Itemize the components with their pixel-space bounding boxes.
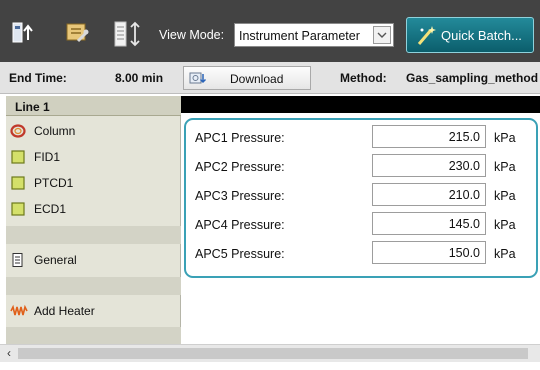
apc5-row: APC5 Pressure: kPa (186, 241, 536, 265)
apc5-label: APC5 Pressure: (195, 247, 285, 261)
sidebar-item-column[interactable]: Column (6, 118, 181, 144)
section-divider (6, 226, 181, 244)
chevron-down-icon[interactable] (373, 26, 391, 44)
quick-batch-button[interactable]: Quick Batch... (406, 17, 534, 53)
download-icon (189, 70, 207, 86)
pressure-unit: kPa (494, 189, 516, 203)
section-divider (6, 327, 181, 345)
general-icon (10, 253, 26, 267)
line-header[interactable]: Line 1 (6, 96, 181, 116)
pressure-group-box: APC1 Pressure: kPa APC2 Pressure: kPa AP… (184, 118, 538, 278)
scroll-left-icon[interactable]: ‹ (2, 346, 16, 360)
main-toolbar: View Mode: Instrument Parameter Quick Ba… (0, 0, 540, 62)
horizontal-scrollbar[interactable]: ‹ (0, 344, 540, 362)
method-label: Method: (340, 71, 387, 85)
view-mode-label: View Mode: (159, 28, 225, 42)
view-mode-value: Instrument Parameter (239, 29, 360, 43)
end-time-label: End Time: (9, 71, 67, 85)
line-header-label: Line 1 (15, 100, 50, 114)
sidebar-item-add-heater[interactable]: Add Heater (6, 298, 181, 324)
detector-icon (10, 176, 26, 190)
method-info-bar: End Time: 8.00 min Download Method: Gas_… (0, 62, 540, 94)
apc4-label: APC4 Pressure: (195, 218, 285, 232)
column-icon (10, 124, 26, 138)
sidebar-item-label: PTCD1 (34, 176, 74, 190)
apc1-pressure-input[interactable] (372, 125, 486, 148)
instrument-icon[interactable] (11, 20, 37, 46)
heater-icon (10, 304, 28, 318)
apc1-row: APC1 Pressure: kPa (186, 125, 536, 149)
apc1-label: APC1 Pressure: (195, 131, 285, 145)
pressure-unit: kPa (494, 218, 516, 232)
apc3-label: APC3 Pressure: (195, 189, 285, 203)
download-button[interactable]: Download (183, 66, 311, 90)
apc5-pressure-input[interactable] (372, 241, 486, 264)
sidebar-tree: Line 1 Column FID1 PTCD1 ECD1 General Ad… (6, 96, 181, 345)
apc4-row: APC4 Pressure: kPa (186, 212, 536, 236)
sidebar-item-general[interactable]: General (6, 247, 181, 273)
sidebar-item-ptcd1[interactable]: PTCD1 (6, 170, 181, 196)
method-value: Gas_sampling_method (406, 71, 539, 85)
sidebar-item-label: General (34, 253, 77, 267)
data-columns-icon[interactable] (113, 20, 140, 47)
section-divider (6, 277, 181, 295)
apc4-pressure-input[interactable] (372, 212, 486, 235)
sidebar-item-label: Column (34, 124, 76, 138)
detector-icon (10, 150, 26, 164)
sidebar-item-fid1[interactable]: FID1 (6, 144, 181, 170)
pressure-unit: kPa (494, 160, 516, 174)
apc2-label: APC2 Pressure: (195, 160, 285, 174)
content-header-strip (181, 96, 540, 113)
detector-icon (10, 202, 26, 216)
apc2-pressure-input[interactable] (372, 154, 486, 177)
quick-batch-label: Quick Batch... (441, 28, 522, 43)
download-label: Download (230, 72, 284, 86)
pressure-unit: kPa (494, 131, 516, 145)
scrollbar-thumb[interactable] (18, 348, 528, 359)
magic-wand-icon (415, 24, 439, 48)
sidebar-item-label: Add Heater (34, 304, 95, 318)
sidebar-item-label: FID1 (34, 150, 61, 164)
view-mode-select[interactable]: Instrument Parameter (234, 23, 394, 47)
apc3-row: APC3 Pressure: kPa (186, 183, 536, 207)
sidebar-item-label: ECD1 (34, 202, 67, 216)
apc3-pressure-input[interactable] (372, 183, 486, 206)
sidebar-item-ecd1[interactable]: ECD1 (6, 196, 181, 222)
end-time-value: 8.00 min (115, 71, 164, 85)
settings-wrench-icon[interactable] (64, 20, 90, 46)
apc2-row: APC2 Pressure: kPa (186, 154, 536, 178)
parameter-panel: APC1 Pressure: kPa APC2 Pressure: kPa AP… (181, 113, 540, 344)
pressure-unit: kPa (494, 247, 516, 261)
